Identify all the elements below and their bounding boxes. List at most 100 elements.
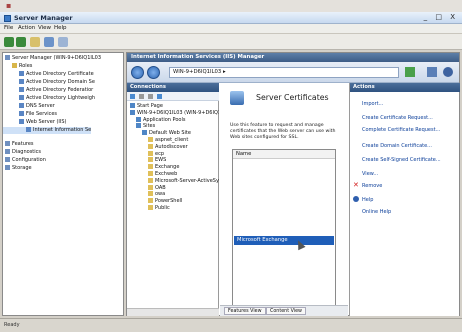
connection-item[interactable]: Start Page <box>130 103 163 109</box>
actions-pane: Actions Import... Create Certificate Requ… <box>349 83 460 316</box>
status-text: Ready <box>4 322 20 328</box>
stop-icon[interactable] <box>427 67 437 77</box>
connection-label: Exchweb <box>155 171 178 177</box>
tree-node-icon <box>5 141 10 146</box>
nav-forward-icon[interactable] <box>147 66 160 79</box>
tree-node-icon <box>5 149 10 154</box>
help-toolbar-icon[interactable] <box>44 37 54 47</box>
connection-item[interactable]: ecp <box>148 150 164 157</box>
action-link[interactable]: Complete Certificate Request... <box>362 127 440 133</box>
action-link[interactable]: Create Certificate Request... <box>362 115 433 121</box>
tree-item[interactable]: Web Server (IIS) <box>3 119 67 126</box>
connection-label: aspnet_client <box>155 137 189 143</box>
action-link[interactable]: View... <box>362 171 378 177</box>
connection-label: PowerShell <box>155 198 183 205</box>
action-link[interactable]: Help <box>362 197 373 203</box>
menu-help[interactable]: Help <box>54 25 67 31</box>
connection-item[interactable]: OAB <box>148 184 166 191</box>
action-link[interactable]: Import... <box>362 101 383 107</box>
tab-features-view[interactable]: Features View <box>224 307 266 315</box>
tree-item[interactable]: Storage <box>3 165 32 172</box>
connection-label: Autodiscover <box>155 143 188 150</box>
menu-file[interactable]: File <box>4 25 13 31</box>
address-box[interactable]: WIN-9+D6IQ1IL03 ▸ <box>169 67 399 78</box>
connection-label: OAB <box>155 184 166 191</box>
actions-title: Actions <box>350 83 460 92</box>
action-link[interactable]: Create Domain Certificate... <box>362 143 432 149</box>
tree-item[interactable]: Active Directory Federatior <box>3 87 93 94</box>
tree-node-icon <box>5 165 10 170</box>
refresh-icon[interactable] <box>405 67 415 77</box>
tree-item[interactable]: Roles <box>3 63 32 70</box>
connection-label: Start Page <box>137 103 163 109</box>
menu-action[interactable]: Action <box>18 25 35 31</box>
remove-x-icon: ✕ <box>353 181 359 189</box>
status-bar: Ready <box>0 318 462 332</box>
tree-item[interactable]: Configuration <box>3 157 46 164</box>
action-link[interactable]: Create Self-Signed Certificate... <box>362 157 441 163</box>
connections-icon[interactable] <box>157 94 162 99</box>
help-nav-icon[interactable] <box>443 67 453 77</box>
connection-item[interactable]: WIN-9+D6IQ1IL03 (WIN-9+D6IQ1IL03\Adminis… <box>130 109 219 116</box>
tree-item-label: Active Directory Federatior <box>26 87 94 93</box>
window-title: Server Manager <box>14 14 73 22</box>
back-icon[interactable] <box>4 37 14 47</box>
tree-item[interactable]: Diagnostics <box>3 149 41 156</box>
save-icon[interactable] <box>139 94 144 99</box>
folder-icon <box>148 205 153 210</box>
tree-item[interactable]: Active Directory Lightweigh <box>3 95 95 102</box>
tree-item[interactable]: Features <box>3 141 34 148</box>
nav-back-icon[interactable] <box>131 66 144 79</box>
name-column-header[interactable]: Name <box>233 150 335 159</box>
tab-content-view[interactable]: Content View <box>266 307 306 315</box>
connections-toolbar <box>127 92 219 101</box>
connection-item[interactable]: PowerShell <box>148 198 182 204</box>
tree-item[interactable]: Active Directory Domain Se <box>3 79 95 86</box>
connection-item[interactable]: Default Web Site <box>142 130 191 136</box>
tree-item[interactable]: Active Directory Certificate <box>3 71 94 78</box>
tree-item[interactable]: Server Manager (WIN-9+D6IQ1IL03 <box>3 55 101 62</box>
properties-icon[interactable] <box>58 37 68 47</box>
tree-item-label: Storage <box>12 165 32 171</box>
connection-item[interactable]: Public <box>148 205 170 211</box>
connection-item[interactable]: Exchange <box>148 164 179 170</box>
tree-node-icon <box>5 55 10 60</box>
connection-item[interactable]: Exchweb <box>148 171 177 177</box>
connection-item[interactable]: Sites <box>136 123 155 129</box>
tree-item-selected[interactable]: Internet Information Se <box>3 127 92 134</box>
connection-item[interactable]: Autodiscover <box>148 143 188 150</box>
connection-label: Exchange <box>155 164 180 171</box>
certificate-list: Name Microsoft Exchange <box>232 149 336 315</box>
connection-item[interactable]: aspnet_client <box>148 137 188 143</box>
connection-item[interactable]: Application Pools <box>136 116 186 123</box>
up-icon[interactable] <box>148 94 153 99</box>
folder-icon <box>148 171 153 176</box>
folder-icon[interactable] <box>30 37 40 47</box>
connection-item[interactable]: Microsoft-Server-ActiveSync <box>148 177 219 184</box>
connection-label: Application Pools <box>143 116 186 123</box>
certificate-row-selected[interactable]: Microsoft Exchange <box>234 236 334 245</box>
forward-icon[interactable] <box>16 37 26 47</box>
connections-title: Connections <box>127 83 219 92</box>
tree-item-label: File Services <box>26 111 58 117</box>
menu-view[interactable]: View <box>38 25 51 31</box>
tree-item-label: Internet Information Se <box>33 127 92 133</box>
action-link[interactable]: Remove <box>362 183 382 189</box>
action-link[interactable]: Online Help <box>362 209 391 215</box>
strip-icon: ▪ <box>6 1 12 10</box>
connection-label: EWS <box>155 157 167 164</box>
connect-icon[interactable] <box>130 94 135 99</box>
tree-node-icon <box>19 111 24 116</box>
server-manager-tree: Server Manager (WIN-9+D6IQ1IL03 Roles Acti… <box>2 52 124 316</box>
site-icon <box>142 130 147 136</box>
tree-item-label: Active Directory Domain Se <box>26 79 95 85</box>
tree-item[interactable]: File Services <box>3 111 57 118</box>
connection-item[interactable]: EWS <box>148 157 166 163</box>
tree-item-label: Roles <box>19 63 33 69</box>
help-icon <box>353 196 359 202</box>
connections-scrollbar[interactable] <box>127 308 219 316</box>
page-title: Server Certificates <box>256 93 329 102</box>
tree-item[interactable]: DNS Server <box>3 103 55 110</box>
window-controls[interactable]: _ □ X <box>424 13 458 21</box>
connection-item[interactable]: owa <box>148 191 165 197</box>
